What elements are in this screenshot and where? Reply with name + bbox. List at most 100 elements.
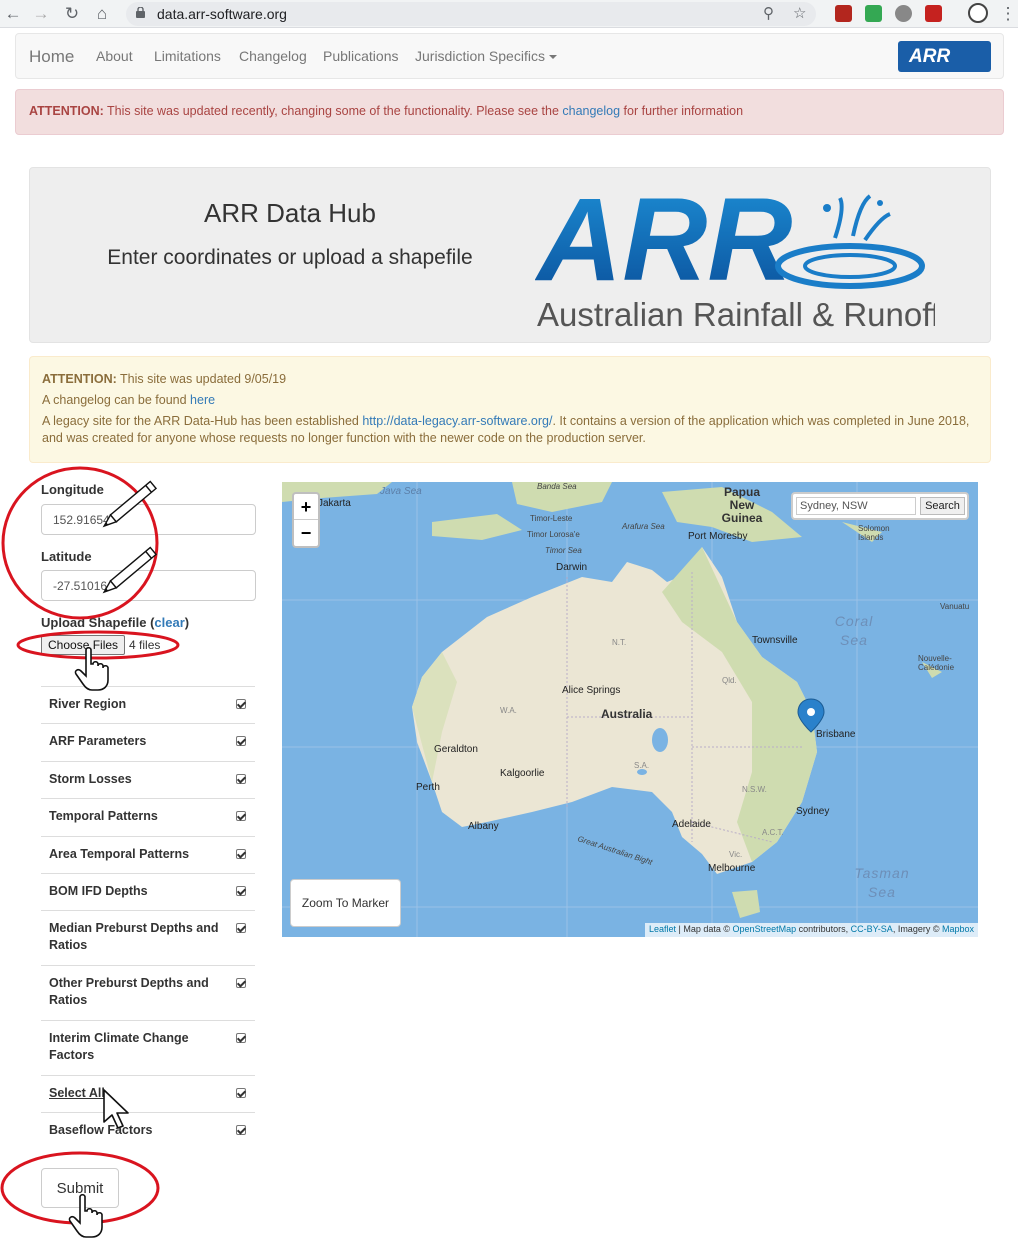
map-label-geraldton: Geraldton <box>434 744 478 755</box>
select-all-row[interactable]: Select All <box>41 1075 255 1112</box>
nav-publications[interactable]: Publications <box>323 48 399 64</box>
forward-arrow-icon[interactable]: → <box>30 3 52 25</box>
home-icon[interactable]: ⌂ <box>91 3 113 25</box>
option-checkbox[interactable] <box>236 849 246 859</box>
submit-button[interactable]: Submit <box>41 1168 119 1208</box>
map-label-act: A.C.T. <box>762 828 784 837</box>
option-label: BOM IFD Depths <box>49 884 148 898</box>
arr-badge-logo[interactable]: ARR <box>898 41 991 72</box>
zoom-in-button[interactable]: + <box>294 494 318 520</box>
option-row[interactable]: River Region <box>41 686 255 723</box>
map-label-albany: Albany <box>468 821 499 832</box>
option-checkbox[interactable] <box>236 811 246 821</box>
map-label-brisbane: Brisbane <box>816 729 856 740</box>
option-label: Median Preburst Depths and Ratios <box>49 921 219 952</box>
arr-badge-text: ARR <box>909 46 951 67</box>
map-label-jakarta-text: Jakarta <box>318 498 351 509</box>
extension-icon[interactable] <box>835 5 852 22</box>
map-view[interactable]: Java Sea Banda Sea Jakarta Timor-Leste T… <box>282 482 978 937</box>
site-navbar: Home About Limitations Changelog Publica… <box>15 33 1004 79</box>
option-row[interactable]: Other Preburst Depths and Ratios <box>41 965 255 1020</box>
profile-avatar-icon[interactable] <box>968 3 988 23</box>
option-row[interactable]: Median Preburst Depths and Ratios <box>41 910 255 965</box>
map-label-sydney: Sydney <box>796 806 830 817</box>
zoom-to-marker-button[interactable]: Zoom To Marker <box>290 879 401 927</box>
info-line1: This site was updated 9/05/19 <box>116 372 287 386</box>
alert-info-panel: ATTENTION: This site was updated 9/05/19… <box>29 356 991 463</box>
cc-by-sa-link[interactable]: CC-BY-SA <box>851 924 893 934</box>
map-label-nt: N.T. <box>612 638 627 647</box>
option-checkbox[interactable] <box>236 978 246 988</box>
map-search-control: Search <box>791 492 969 520</box>
option-checkbox[interactable] <box>236 1125 246 1135</box>
option-checkbox[interactable] <box>236 886 246 896</box>
option-checkbox[interactable] <box>236 774 246 784</box>
option-row[interactable]: Storm Losses <box>41 761 255 798</box>
extension-icon[interactable] <box>865 5 882 22</box>
option-checkbox[interactable] <box>236 1033 246 1043</box>
option-row[interactable]: ARF Parameters <box>41 723 255 761</box>
info-strong: ATTENTION: <box>42 372 117 386</box>
lock-icon <box>136 7 145 18</box>
map-label-melbourne: Melbourne <box>708 863 756 874</box>
map-search-button[interactable]: Search <box>920 497 965 515</box>
upload-label-text: Upload Shapefile ( <box>41 615 155 630</box>
nav-limitations[interactable]: Limitations <box>154 48 221 64</box>
back-arrow-icon[interactable]: ← <box>2 3 24 25</box>
option-row[interactable]: BOM IFD Depths <box>41 873 255 910</box>
nav-home[interactable]: Home <box>29 47 74 67</box>
arr-logo-graphic: ARR Australian Rainfall & Runoff <box>534 174 941 333</box>
nav-changelog[interactable]: Changelog <box>239 48 307 64</box>
option-row[interactable]: Baseflow Factors <box>41 1112 255 1149</box>
osm-link[interactable]: OpenStreetMap <box>733 924 797 934</box>
map-label-timor-sea: Timor Sea <box>545 546 582 555</box>
alert-text: This site was updated recently, changing… <box>103 104 563 118</box>
attr-imagery: , Imagery © <box>892 924 942 934</box>
map-label-jakarta: Jakarta <box>318 498 351 509</box>
extension-icon[interactable] <box>895 5 912 22</box>
browser-toolbar: ← → ↻ ⌂ data.arr-software.org ⚲ ☆ ⋮ <box>0 0 1018 28</box>
zoom-out-button[interactable]: − <box>294 520 318 546</box>
option-row[interactable]: Temporal Patterns <box>41 798 255 836</box>
map-label-darwin: Darwin <box>556 562 588 573</box>
option-label: Area Temporal Patterns <box>49 847 190 861</box>
nav-jurisdiction-dropdown[interactable]: Jurisdiction Specifics <box>415 48 557 64</box>
alert-strong: ATTENTION: <box>29 104 104 118</box>
option-label: River Region <box>49 697 127 711</box>
choose-files-button[interactable]: Choose Files <box>41 635 126 655</box>
upload-label-close: ) <box>184 615 190 630</box>
alert-update-notice: ATTENTION: This site was updated recentl… <box>15 89 1004 135</box>
map-label-timor-lorosae: Timor Lorosa'e <box>527 530 580 539</box>
zoom-magnifier-icon[interactable]: ⚲ <box>763 4 774 22</box>
map-label-sa: S.A. <box>634 761 650 770</box>
option-checkbox[interactable] <box>236 699 246 709</box>
map-label-australia: Australia <box>601 707 653 721</box>
legacy-site-link[interactable]: http://data-legacy.arr-software.org/ <box>362 414 552 428</box>
map-label-nouvelle-caledonie: Nouvelle-Calédonie <box>918 654 955 672</box>
menu-dots-icon[interactable]: ⋮ <box>997 3 1018 25</box>
option-checkbox[interactable] <box>236 1088 246 1098</box>
clear-shapefile-link[interactable]: clear <box>154 615 184 630</box>
map-label-kalgoorlie: Kalgoorlie <box>500 768 545 779</box>
map-search-input[interactable] <box>796 497 916 515</box>
bookmark-star-icon[interactable]: ☆ <box>793 4 806 22</box>
map-label-banda-sea: Banda Sea <box>537 482 577 491</box>
alert-text-after: for further information <box>620 104 744 118</box>
map-label-tasman-sea: Tasman Sea <box>854 865 910 900</box>
option-row[interactable]: Area Temporal Patterns <box>41 836 255 873</box>
map-label-townsville: Townsville <box>752 635 798 646</box>
latitude-input[interactable] <box>41 570 256 601</box>
option-checkbox[interactable] <box>236 923 246 933</box>
changelog-link[interactable]: changelog <box>562 104 620 118</box>
nav-about[interactable]: About <box>96 48 133 64</box>
changelog-here-link[interactable]: here <box>190 393 215 407</box>
hero-panel: ARR Data Hub Enter coordinates or upload… <box>29 167 991 343</box>
leaflet-link[interactable]: Leaflet <box>649 924 676 934</box>
longitude-input[interactable] <box>41 504 256 535</box>
mapbox-link[interactable]: Mapbox <box>942 924 974 934</box>
reload-icon[interactable]: ↻ <box>61 3 83 25</box>
pdf-extension-icon[interactable] <box>925 5 942 22</box>
option-row[interactable]: Interim Climate Change Factors <box>41 1020 255 1075</box>
address-bar[interactable]: data.arr-software.org ⚲ ☆ <box>126 2 816 26</box>
option-checkbox[interactable] <box>236 736 246 746</box>
